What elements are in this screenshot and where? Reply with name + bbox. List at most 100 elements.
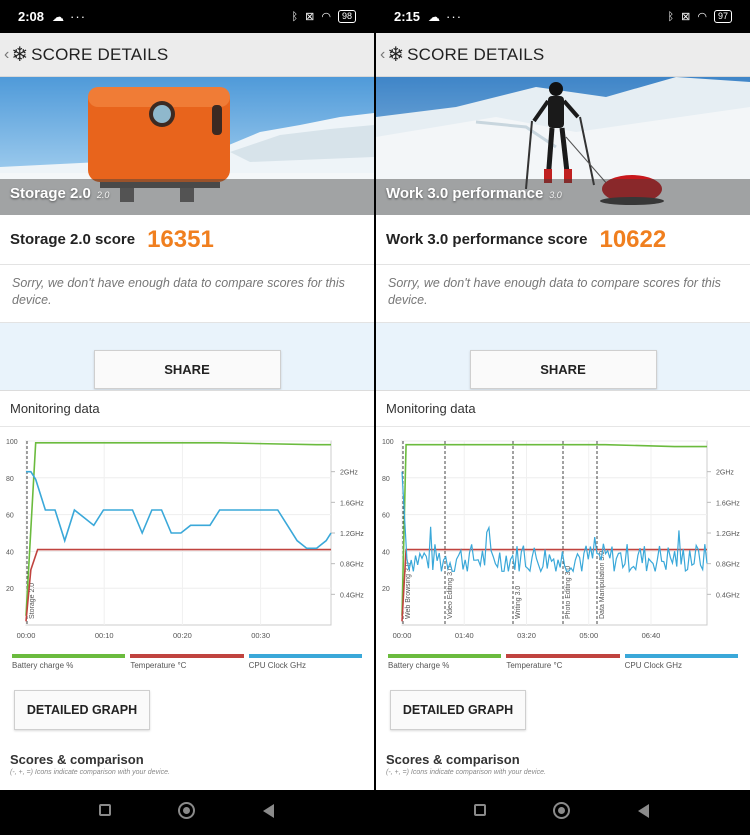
y-tick-label: 80	[382, 476, 390, 483]
y-tick-label: 20	[382, 586, 390, 593]
back-icon[interactable]: ‹	[380, 46, 385, 64]
status-bar: 2:08 ☁ ··· ᛒ ⊠ ◠ 98	[0, 0, 374, 33]
legend-label: Temperature °C	[130, 661, 187, 670]
wifi-icon: ◠	[321, 11, 331, 23]
score-card: Work 3.0 performance score 10622	[376, 215, 750, 265]
hero-image: Storage 2.0 2.0	[0, 77, 374, 215]
y-tick-label: 80	[6, 476, 14, 483]
recents-icon[interactable]	[99, 804, 111, 816]
panel-work: 2:15 ☁ ··· ᛒ ⊠ ◠ 97 ‹ ❄ SCORE DETAILS Wo…	[376, 0, 750, 790]
recents-icon[interactable]	[474, 804, 486, 816]
legend-label: CPU Clock GHz	[624, 661, 682, 670]
y-tick-label: 60	[382, 513, 390, 520]
y-tick-label: 20	[6, 586, 14, 593]
wifi-icon: ◠	[697, 11, 707, 23]
sim-icon: ⊠	[305, 11, 315, 23]
y-right-tick-label: 0.4GHz	[716, 592, 740, 599]
y-tick-label: 100	[6, 439, 18, 446]
scores-comparison-subtitle: (-, +, =) Icons indicate comparison with…	[10, 769, 170, 776]
detailed-graph-button[interactable]: DETAILED GRAPH	[14, 690, 150, 730]
share-button[interactable]: SHARE	[469, 349, 657, 389]
score-label: Storage 2.0 score	[10, 231, 136, 248]
legend-cpu: CPU Clock GHz	[248, 654, 362, 670]
back-nav-icon[interactable]	[638, 804, 649, 818]
y-right-tick-label: 2GHz	[340, 470, 358, 477]
monitoring-title: Monitoring data	[376, 391, 750, 427]
hero-title: Work 3.0 performance	[386, 185, 544, 202]
hero-label: Storage 2.0 2.0	[10, 185, 109, 202]
legend-label: Battery charge %	[388, 661, 450, 670]
legend-swatch-temperature	[506, 654, 620, 658]
legend-temperature: Temperature °C	[130, 654, 244, 670]
chart-legend: Battery charge % Temperature °C CPU Cloc…	[12, 654, 362, 670]
y-tick-label: 100	[382, 439, 394, 446]
y-right-tick-label: 0.8GHz	[340, 562, 364, 569]
x-tick-label: 00:00	[17, 631, 36, 640]
header: ‹ ❄ SCORE DETAILS	[376, 33, 750, 77]
share-button[interactable]: SHARE	[93, 349, 281, 389]
hero-label: Work 3.0 performance 3.0	[386, 185, 562, 202]
comparison-note: Sorry, we don't have enough data to comp…	[376, 265, 750, 323]
y-right-tick-label: 1.2GHz	[716, 531, 740, 538]
x-tick-label: 06:40	[642, 631, 661, 640]
legend-swatch-cpu	[248, 654, 362, 658]
x-tick-label: 00:10	[95, 631, 114, 640]
legend-battery: Battery charge %	[12, 654, 126, 670]
home-icon[interactable]	[553, 802, 570, 819]
x-tick-label: 00:30	[251, 631, 270, 640]
y-right-tick-label: 1.6GHz	[340, 500, 364, 507]
workload-marker-label: Photo Editing 3.0	[565, 566, 572, 619]
score-card: Storage 2.0 score 16351	[0, 215, 374, 265]
monitoring-section: Monitoring data 100 80 60 40 20 2GHz 1.6GHz 1.2…	[376, 390, 750, 790]
page-title: SCORE DETAILS	[31, 44, 169, 64]
score-label: Work 3.0 performance score	[386, 231, 588, 248]
more-notifications-icon: ···	[446, 9, 463, 24]
back-icon[interactable]: ‹	[4, 46, 9, 64]
workload-marker-label: Data Manipulation 3.0	[599, 551, 606, 619]
legend-battery: Battery charge %	[388, 654, 502, 670]
legend-swatch-battery	[12, 654, 126, 658]
hero-version: 3.0	[549, 190, 562, 200]
y-tick-label: 40	[6, 549, 14, 556]
y-tick-label: 40	[382, 549, 390, 556]
hero-title: Storage 2.0	[10, 185, 91, 202]
panel-storage: 2:08 ☁ ··· ᛒ ⊠ ◠ 98 ‹ ❄ SCORE DETAILS St…	[0, 0, 374, 790]
workload-marker-label: Writing 3.0	[515, 586, 522, 619]
back-nav-icon[interactable]	[263, 804, 274, 818]
status-time: 2:08	[18, 9, 45, 24]
hero-image: Work 3.0 performance 3.0	[376, 77, 750, 215]
y-right-tick-label: 2GHz	[716, 470, 734, 477]
x-tick-label: 00:00	[393, 631, 412, 640]
x-tick-label: 00:20	[173, 631, 192, 640]
header: ‹ ❄ SCORE DETAILS	[0, 33, 374, 77]
score-value: 16351	[147, 225, 214, 253]
sim-icon: ⊠	[681, 11, 691, 23]
more-notifications-icon: ···	[70, 9, 87, 24]
chart-legend: Battery charge % Temperature °C CPU Cloc…	[388, 654, 738, 670]
x-tick-label: 01:40	[455, 631, 474, 640]
home-icon[interactable]	[178, 802, 195, 819]
legend-label: Battery charge %	[12, 661, 74, 670]
comparison-note: Sorry, we don't have enough data to comp…	[0, 265, 374, 323]
monitoring-section: Monitoring data 100 80 60 40 20 2GHz 1.6GHz 1.2…	[0, 390, 374, 790]
y-right-tick-label: 0.4GHz	[340, 592, 364, 599]
status-bar: 2:15 ☁ ··· ᛒ ⊠ ◠ 97	[376, 0, 750, 33]
cloud-icon: ☁	[52, 9, 65, 24]
cloud-icon: ☁	[428, 9, 441, 24]
legend-label: Temperature °C	[506, 661, 563, 670]
scores-comparison-title: Scores & comparison	[386, 752, 520, 767]
workload-marker-label: Video Editing 3.0	[447, 566, 454, 619]
legend-cpu: CPU Clock GHz	[624, 654, 738, 670]
hero-version: 2.0	[96, 190, 110, 200]
y-right-tick-label: 0.8GHz	[716, 562, 740, 569]
workload-marker-label: Storage 2.0	[29, 583, 36, 619]
scores-comparison-title: Scores & comparison	[10, 752, 144, 767]
y-right-tick-label: 1.2GHz	[340, 531, 364, 538]
monitoring-chart: 100 80 60 40 20 2GHz 1.6GHz 1.2GHz 0.8GHz 0.4GHz 0…	[382, 439, 740, 640]
app-logo-icon: ❄	[11, 44, 29, 66]
battery-icon: 98	[337, 10, 356, 23]
system-nav-bar	[0, 790, 750, 835]
score-value: 10622	[599, 225, 667, 253]
detailed-graph-button[interactable]: DETAILED GRAPH	[390, 690, 526, 730]
monitoring-title: Monitoring data	[0, 391, 374, 427]
